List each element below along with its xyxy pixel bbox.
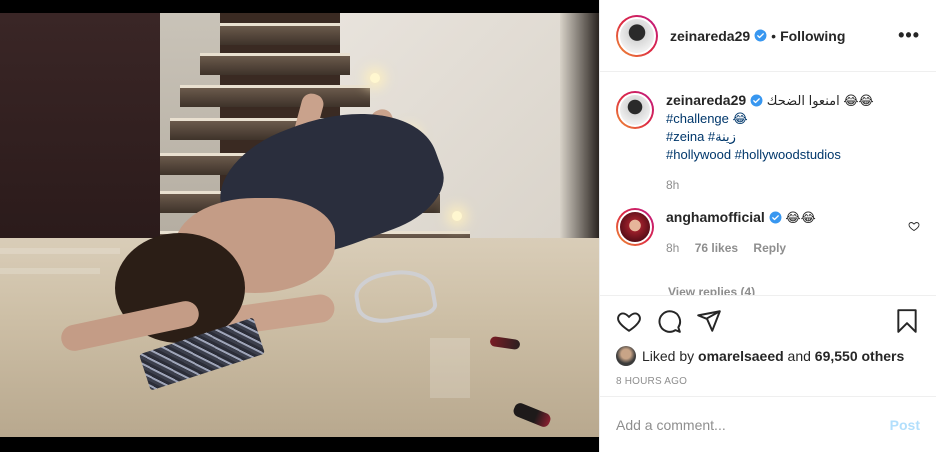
caption-text: امنعوا الضحك 😂😂 bbox=[766, 93, 874, 108]
commenter-username[interactable]: anghamofficial bbox=[666, 209, 765, 225]
heart-icon[interactable] bbox=[616, 308, 642, 334]
post-timestamp[interactable]: 8 HOURS AGO bbox=[616, 376, 920, 387]
comment-time[interactable]: 8h bbox=[666, 241, 679, 255]
liker-avatar[interactable] bbox=[616, 346, 636, 366]
caption: zeinareda29 امنعوا الضحك 😂😂 #challenge 😂… bbox=[616, 91, 920, 194]
stair-step bbox=[180, 85, 370, 107]
floor-tile bbox=[430, 338, 470, 398]
comment-input[interactable] bbox=[616, 416, 890, 433]
add-comment-bar: Post bbox=[600, 396, 936, 452]
verified-icon bbox=[769, 211, 782, 224]
floor-tile bbox=[0, 248, 120, 254]
share-icon[interactable] bbox=[696, 308, 722, 334]
caption-hashtag[interactable]: #hollywood #hollywoodstudios bbox=[666, 146, 920, 164]
comment-icon[interactable] bbox=[656, 308, 682, 334]
stair-step bbox=[200, 53, 350, 75]
comment-likes[interactable]: 76 likes bbox=[695, 241, 738, 255]
caption-hashtag[interactable]: #challenge 😂 bbox=[666, 110, 920, 128]
post-photo[interactable] bbox=[0, 13, 599, 437]
author-avatar[interactable] bbox=[616, 14, 658, 57]
caption-username[interactable]: zeinareda29 bbox=[666, 92, 746, 108]
stair-light bbox=[452, 211, 462, 221]
view-replies-link[interactable]: View replies (4) bbox=[668, 285, 755, 295]
likes-others[interactable]: 69,550 others bbox=[815, 348, 905, 364]
verified-icon bbox=[754, 29, 767, 42]
post-side-panel: zeinareda29 • Following ••• zeinareda29 … bbox=[599, 0, 936, 452]
post-header: zeinareda29 • Following ••• bbox=[600, 0, 936, 72]
likes-middle: and bbox=[787, 348, 811, 364]
liker-username[interactable]: omarelsaeed bbox=[698, 348, 784, 364]
stair-step bbox=[220, 23, 340, 45]
bookmark-icon[interactable] bbox=[894, 308, 920, 334]
verified-icon bbox=[750, 94, 763, 107]
reply-button[interactable]: Reply bbox=[753, 241, 786, 255]
comments-list: zeinareda29 امنعوا الضحك 😂😂 #challenge 😂… bbox=[600, 73, 936, 295]
caption-hashtag[interactable]: #zeina #زينة bbox=[666, 128, 920, 146]
stair-light bbox=[370, 73, 380, 83]
likes-summary: Liked by omarelsaeed and 69,550 others bbox=[616, 346, 920, 366]
comment-item: anghamofficial 😂😂 8h 76 likes Reply bbox=[616, 208, 920, 257]
caption-time[interactable]: 8h bbox=[666, 178, 679, 192]
likes-prefix: Liked by bbox=[642, 348, 695, 364]
separator-dot: • bbox=[771, 27, 777, 44]
post-image-area bbox=[0, 0, 599, 452]
post-actions: Liked by omarelsaeed and 69,550 others 8… bbox=[600, 295, 936, 387]
commenter-avatar[interactable] bbox=[616, 208, 654, 246]
photo-wall-left bbox=[0, 13, 160, 253]
following-button[interactable]: Following bbox=[780, 28, 845, 44]
more-icon[interactable]: ••• bbox=[898, 25, 920, 46]
comment-text: 😂😂 bbox=[785, 210, 816, 225]
comment-like-heart-icon[interactable] bbox=[908, 220, 920, 232]
caption-avatar[interactable] bbox=[616, 91, 654, 129]
post-comment-button[interactable]: Post bbox=[890, 417, 920, 433]
author-username[interactable]: zeinareda29 bbox=[670, 28, 750, 44]
floor-tile bbox=[0, 268, 100, 274]
